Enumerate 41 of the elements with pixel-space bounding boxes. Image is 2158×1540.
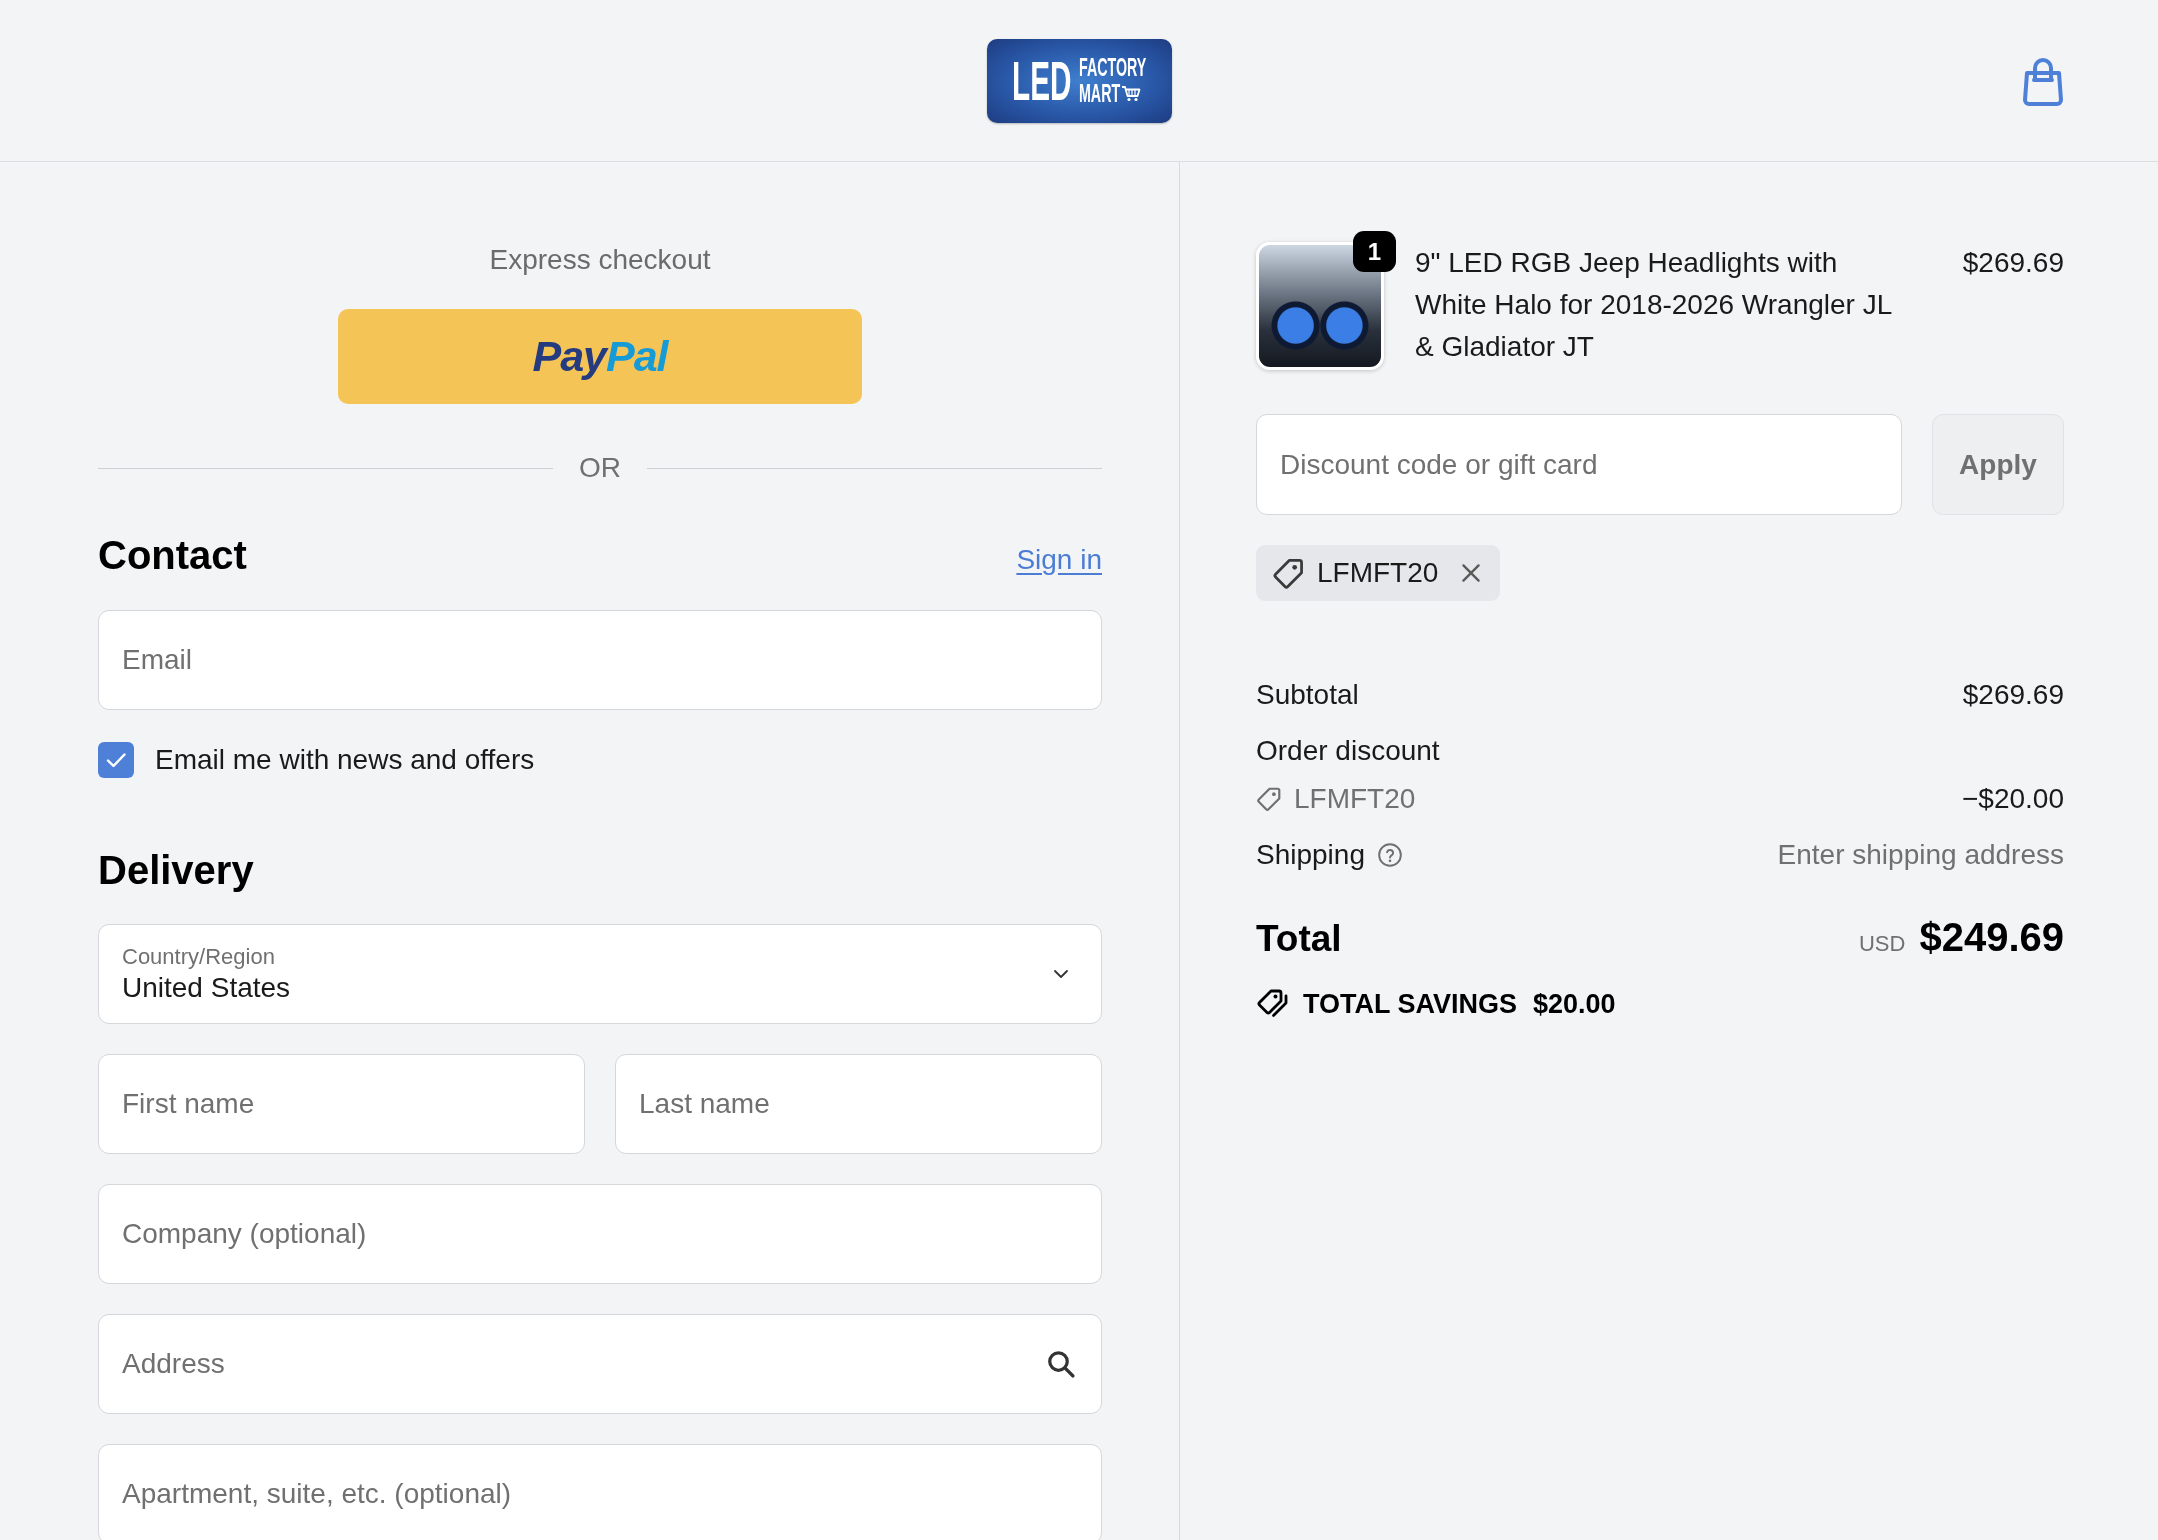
currency-code: USD xyxy=(1858,930,1906,958)
discount-code: LFMFT20 xyxy=(1294,782,1416,816)
savings-value: $20.00 xyxy=(1533,988,1616,1021)
input-field[interactable]: First name xyxy=(98,1054,585,1154)
total-label: Total xyxy=(1256,917,1342,961)
summary-value: Enter shipping address xyxy=(1777,838,2064,872)
logo-text: MART xyxy=(1078,81,1120,106)
product-title: 9" LED RGB Jeep Headlights with White Halo for 2018-2026 Wrangler JL & Gladiator JT xyxy=(1415,246,1893,364)
checkbox[interactable] xyxy=(98,742,134,778)
shopping-bag-icon[interactable] xyxy=(2021,55,2065,106)
discount-code: LFMFT20 xyxy=(1317,556,1439,590)
help-icon[interactable] xyxy=(1377,842,1403,868)
tag-icon xyxy=(1272,556,1305,590)
search-icon[interactable] xyxy=(1046,1349,1076,1379)
summary-label: Order discount xyxy=(1256,734,1440,768)
tags-icon xyxy=(1256,988,1290,1020)
paypal-button[interactable]: PayPal xyxy=(338,309,862,404)
cart-icon xyxy=(1120,85,1141,102)
summary-value: $269.69 xyxy=(1962,678,2064,712)
section-heading: Delivery xyxy=(98,847,254,894)
tag-icon xyxy=(1256,786,1282,812)
section-heading: Contact xyxy=(98,532,247,579)
logo-text: LED xyxy=(1012,52,1072,109)
savings-label: TOTAL SAVINGS xyxy=(1303,988,1518,1021)
input-field[interactable]: Company (optional) xyxy=(98,1184,1102,1284)
quantity-badge: 1 xyxy=(1353,231,1396,272)
input-field[interactable]: Apartment, suite, etc. (optional) xyxy=(98,1444,1102,1540)
search-field[interactable]: Address xyxy=(98,1314,1102,1414)
product-price: $269.69 xyxy=(1962,246,2064,280)
checkbox-label: Email me with news and offers xyxy=(155,743,535,777)
input-field[interactable]: Last name xyxy=(615,1054,1102,1154)
total-value: $249.69 xyxy=(1919,914,2064,961)
section-title: Express checkout xyxy=(489,243,711,277)
sign-in-link[interactable]: Sign in xyxy=(1016,544,1102,576)
summary-label: Shipping xyxy=(1256,838,1365,872)
summary-label: Subtotal xyxy=(1256,678,1359,712)
logo-text: FACTORY xyxy=(1078,55,1146,80)
summary-value: −$20.00 xyxy=(1962,782,2064,816)
separator-text: OR xyxy=(579,452,621,484)
select-field[interactable]: Country/Region United States xyxy=(98,924,1102,1024)
input-field[interactable]: Email xyxy=(98,610,1102,710)
